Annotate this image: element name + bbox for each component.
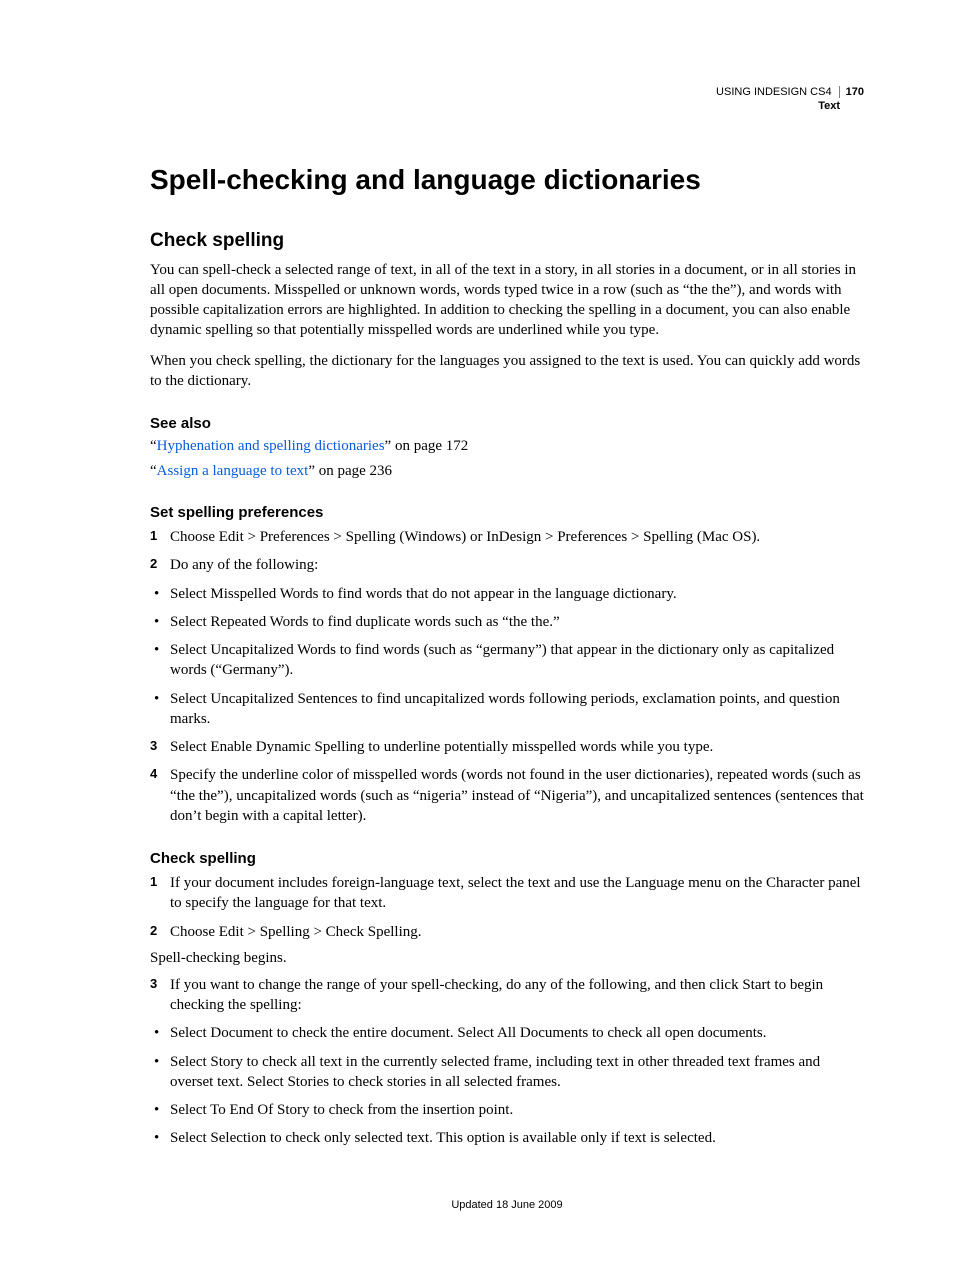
see-also-item: “Assign a language to text” on page 236 <box>150 463 864 480</box>
step-item: Select Enable Dynamic Spelling to underl… <box>150 737 864 757</box>
step-list: If your document includes foreign-langua… <box>150 873 864 942</box>
body-paragraph: You can spell-check a selected range of … <box>150 260 864 341</box>
bullet-item: Select Uncapitalized Sentences to find u… <box>150 689 864 730</box>
step-list: Choose Edit > Preferences > Spelling (Wi… <box>150 527 864 576</box>
step-item: Choose Edit > Spelling > Check Spelling. <box>150 922 864 942</box>
subsection-heading: Set spelling preferences <box>150 504 864 521</box>
bullet-item: Select Selection to check only selected … <box>150 1128 864 1148</box>
bullet-list: Select Misspelled Words to find words th… <box>150 584 864 730</box>
step-list-cont: Select Enable Dynamic Spelling to underl… <box>150 737 864 826</box>
chapter-title: Spell-checking and language dictionaries <box>150 164 864 196</box>
bullet-item: Select Misspelled Words to find words th… <box>150 584 864 604</box>
xref-link[interactable]: Hyphenation and spelling dictionaries <box>157 438 385 454</box>
bullet-item: Select Repeated Words to find duplicate … <box>150 612 864 632</box>
body-paragraph: When you check spelling, the dictionary … <box>150 351 864 392</box>
step-item: Do any of the following: <box>150 555 864 575</box>
bullet-list: Select Document to check the entire docu… <box>150 1023 864 1148</box>
see-also-heading: See also <box>150 415 864 432</box>
bullet-item: Select Uncapitalized Words to find words… <box>150 640 864 681</box>
interjection-text: Spell-checking begins. <box>150 950 864 967</box>
step-item: Specify the underline color of misspelle… <box>150 765 864 826</box>
doc-title: USING INDESIGN CS4 <box>716 86 832 98</box>
step-item: If you want to change the range of your … <box>150 975 864 1016</box>
running-header: USING INDESIGN CS4 170 Text <box>150 85 864 114</box>
xref-link[interactable]: Assign a language to text <box>157 463 309 479</box>
step-item: If your document includes foreign-langua… <box>150 873 864 914</box>
page-number: 170 <box>839 86 864 98</box>
bullet-item: Select To End Of Story to check from the… <box>150 1100 864 1120</box>
page-footer: Updated 18 June 2009 <box>150 1199 864 1211</box>
section-heading: Check spelling <box>150 230 864 252</box>
page-content: USING INDESIGN CS4 170 Text Spell-checki… <box>0 0 954 1271</box>
bullet-item: Select Story to check all text in the cu… <box>150 1052 864 1093</box>
step-list-cont: If you want to change the range of your … <box>150 975 864 1016</box>
see-also-item: “Hyphenation and spelling dictionaries” … <box>150 438 864 455</box>
step-item: Choose Edit > Preferences > Spelling (Wi… <box>150 527 864 547</box>
bullet-item: Select Document to check the entire docu… <box>150 1023 864 1043</box>
subsection-heading: Check spelling <box>150 850 864 867</box>
section-name: Text <box>150 99 864 113</box>
